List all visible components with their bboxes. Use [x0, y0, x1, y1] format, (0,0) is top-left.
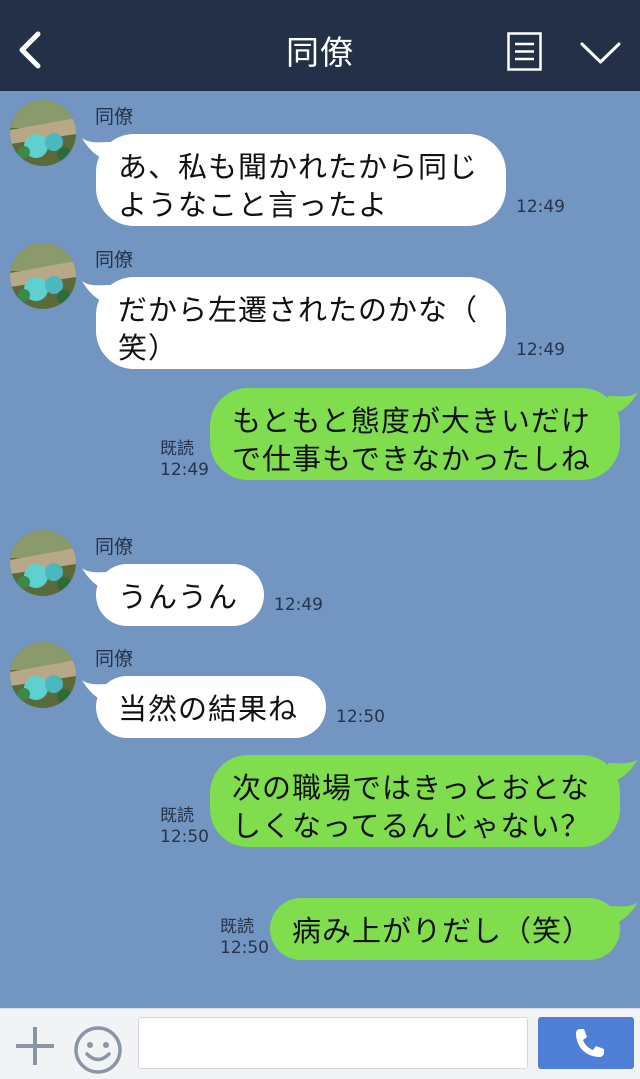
chat-title: 同僚 [286, 33, 354, 72]
read-receipt: 既読 [160, 806, 194, 826]
message-bubble[interactable]: だから左遷されたのかな（ 笑） [96, 277, 506, 369]
message-time: 12:49 [516, 197, 565, 217]
emoji-button[interactable] [73, 1025, 123, 1075]
sender-name: 同僚 [95, 106, 134, 128]
message-time: 12:50 [160, 827, 209, 847]
avatar[interactable] [10, 530, 76, 596]
message-bubble[interactable]: うんうん [96, 564, 264, 626]
chevron-down-icon [580, 42, 621, 64]
avatar[interactable] [10, 243, 76, 309]
read-receipt: 既読 [220, 917, 254, 937]
input-bar [0, 1008, 640, 1079]
message-time: 12:49 [160, 460, 209, 480]
read-receipt: 既読 [160, 439, 194, 459]
call-button[interactable] [538, 1017, 634, 1069]
menu-button[interactable] [507, 32, 542, 71]
avatar[interactable] [10, 642, 76, 708]
chat-header: 同僚 [0, 0, 640, 91]
sender-name: 同僚 [95, 648, 134, 670]
message-time: 12:49 [274, 595, 323, 615]
message-bubble[interactable]: あ、私も聞かれたから同じ ようなこと言ったよ [96, 134, 506, 226]
message-bubble[interactable]: 当然の結果ね [96, 676, 326, 738]
collapse-button[interactable] [579, 40, 622, 66]
message-bubble[interactable]: 次の職場ではきっとおとな しくなってるんじゃない？ [210, 755, 620, 847]
message-time: 12:50 [336, 707, 385, 727]
message-time: 12:50 [220, 938, 269, 958]
menu-list-icon [507, 32, 542, 71]
sender-name: 同僚 [95, 249, 134, 271]
message-input[interactable] [138, 1017, 528, 1069]
sender-name: 同僚 [95, 536, 134, 558]
avatar[interactable] [10, 100, 76, 166]
message-bubble[interactable]: 病み上がりだし（笑） [270, 898, 620, 960]
plus-icon [16, 1027, 54, 1065]
phone-icon [576, 1029, 604, 1057]
message-time: 12:49 [516, 340, 565, 360]
smiley-icon [74, 1026, 122, 1074]
add-button[interactable] [14, 1025, 56, 1067]
message-bubble[interactable]: もともと態度が大きいだけ で仕事もできなかったしね [210, 388, 620, 480]
